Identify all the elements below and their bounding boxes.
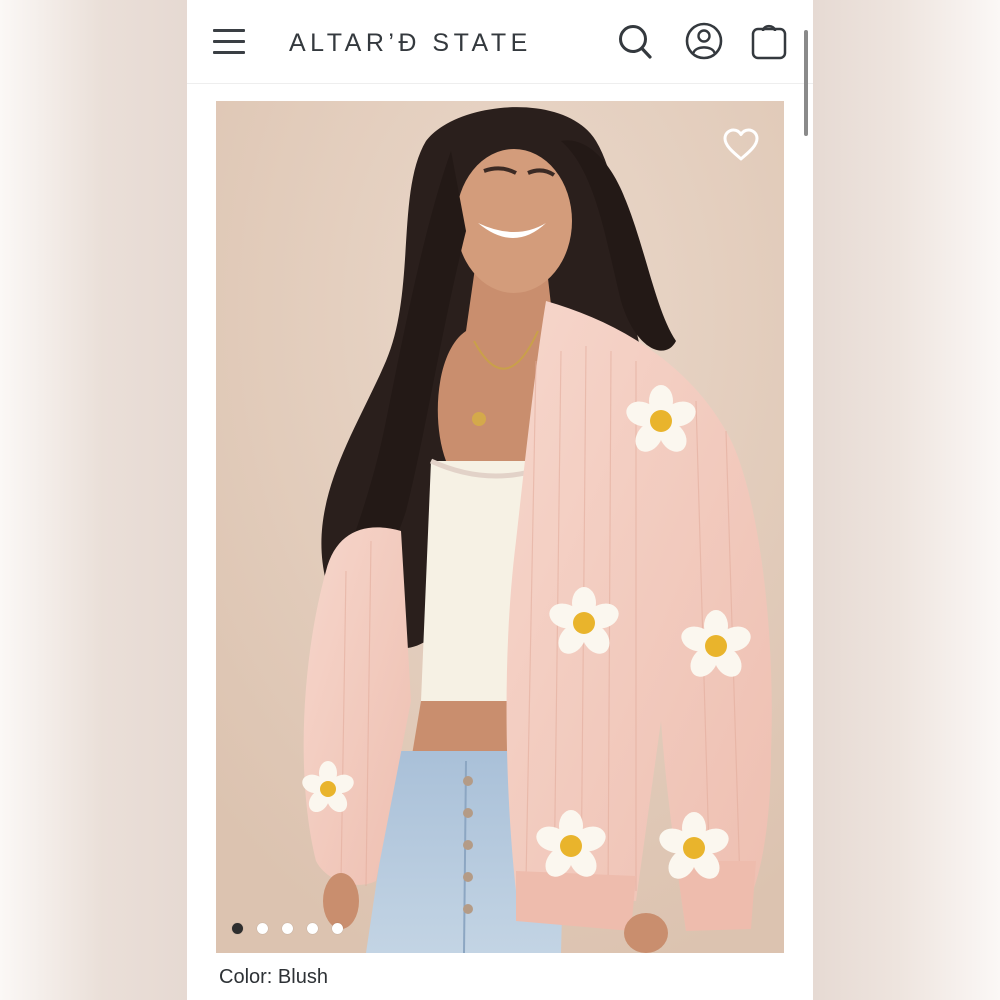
product-image[interactable] <box>216 101 784 953</box>
backdrop-left <box>0 0 187 1000</box>
carousel-dot-4[interactable] <box>307 923 318 934</box>
carousel-dot-2[interactable] <box>257 923 268 934</box>
bag-button[interactable] <box>749 18 789 64</box>
shopping-bag-icon <box>751 24 787 60</box>
wishlist-button[interactable] <box>722 127 760 163</box>
scrollbar[interactable] <box>804 30 808 136</box>
account-icon <box>685 22 723 60</box>
site-header: ALTAR’Ɖ STATE <box>187 0 813 84</box>
heart-icon <box>723 128 759 161</box>
search-icon <box>619 25 652 59</box>
color-selection: Color: Blush <box>219 966 328 989</box>
color-value: Blush <box>277 966 328 988</box>
backdrop-right <box>813 0 1000 1000</box>
brand-logo[interactable]: ALTAR’Ɖ STATE <box>289 28 579 58</box>
product-photo <box>216 101 784 953</box>
carousel-dot-5[interactable] <box>332 923 343 934</box>
mobile-viewport: ALTAR’Ɖ STATE Color: Blush <box>187 0 813 1000</box>
carousel-indicators <box>232 923 343 935</box>
carousel-dot-1[interactable] <box>232 923 243 934</box>
menu-button[interactable] <box>213 28 245 54</box>
account-button[interactable] <box>684 18 724 64</box>
search-button[interactable] <box>615 18 655 64</box>
carousel-dot-3[interactable] <box>282 923 293 934</box>
color-label: Color: <box>219 966 273 988</box>
